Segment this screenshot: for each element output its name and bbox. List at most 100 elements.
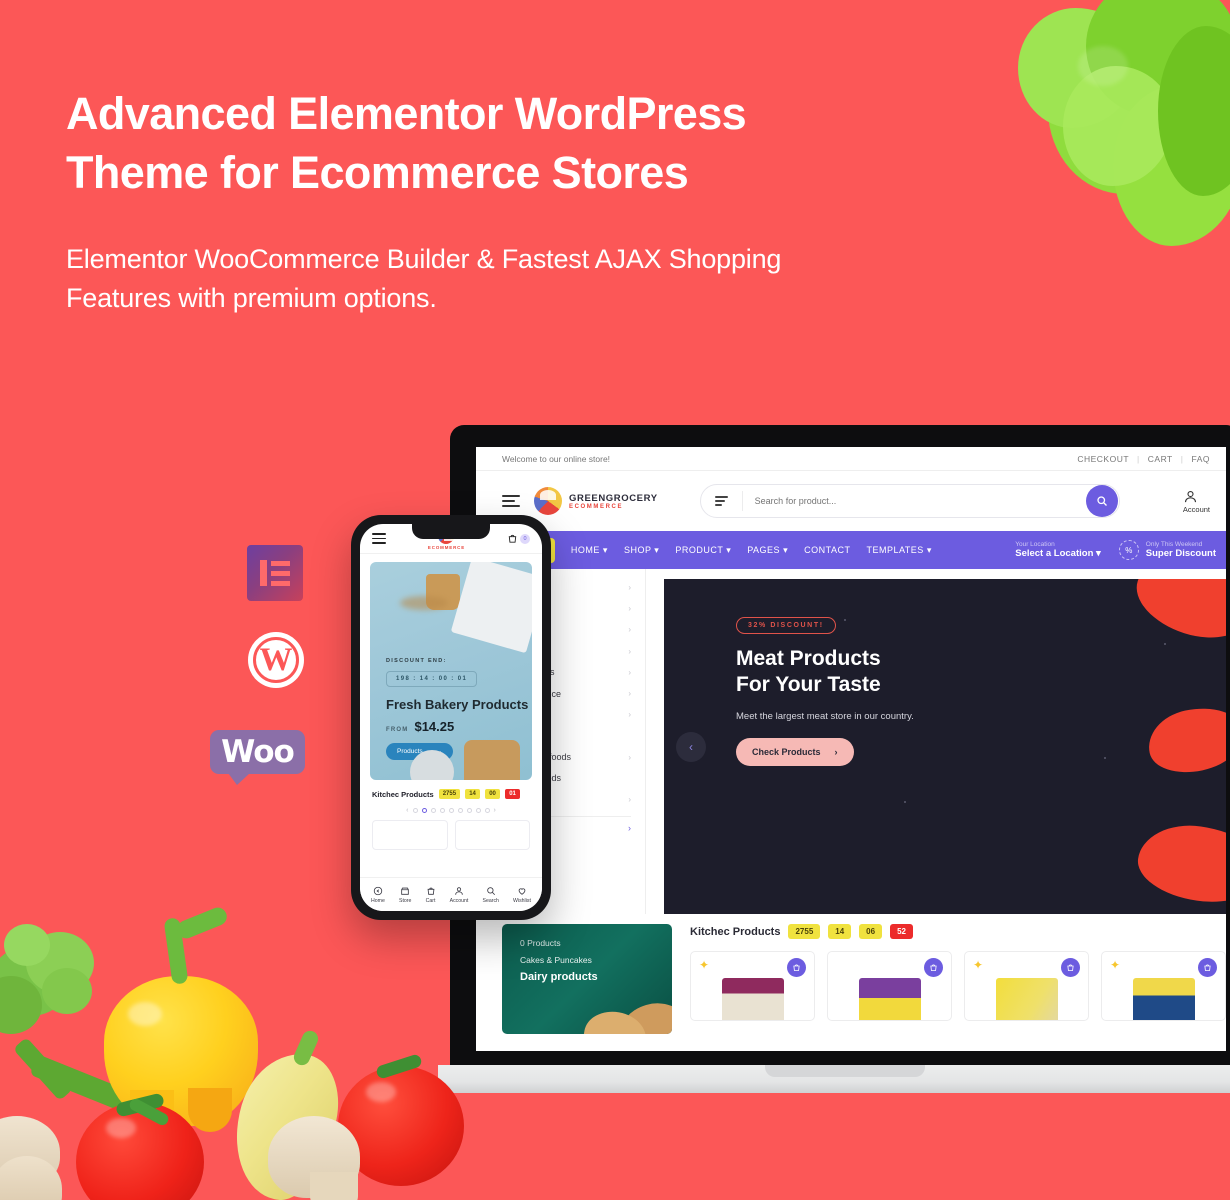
page-subheadline: Elementor WooCommerce Builder & Fastest … [66, 244, 782, 313]
chevron-down-icon: ▾ [726, 544, 732, 555]
search-input[interactable] [742, 496, 1086, 506]
phone-carousel-pagination[interactable]: ‹ › [360, 807, 542, 814]
phone-bottom-nav: Home Store Cart Account Search Wishlist [360, 877, 542, 911]
promo-label: Only This Weekend [1145, 541, 1203, 548]
chevron-down-icon: ▾ [1096, 548, 1101, 559]
account-icon [1184, 490, 1196, 502]
hero-title: Meat Products For Your Taste [736, 647, 881, 696]
phone-nav-cart[interactable]: Cart [426, 886, 436, 904]
chevron-right-icon: › [628, 667, 631, 677]
product-card[interactable] [827, 951, 952, 1021]
search-bar[interactable] [699, 484, 1120, 518]
phone-countdown-hours: 14 [465, 789, 481, 799]
phone-countdown-minutes: 00 [485, 789, 501, 799]
super-discount-block[interactable]: % Only This Weekend Super Discount [1118, 540, 1216, 560]
page-headline: Advanced Elementor WordPress Theme for E… [66, 88, 747, 198]
discount-icon: % [1118, 540, 1139, 560]
topbar-divider: | [1180, 453, 1184, 464]
logo-name: GREENGROCERY [569, 492, 658, 504]
products-header: Kitchec Products 2755 14 06 52 [690, 924, 1226, 939]
phone-hero: DISCOUNT END: 198 : 14 : 00 : 01 Fresh B… [370, 562, 532, 780]
star-icon: ✦ [973, 958, 984, 972]
site-preview: Welcome to our online store! CHECKOUT | … [476, 447, 1226, 1051]
add-to-cart-button[interactable] [1061, 958, 1080, 977]
phone-product-card[interactable] [372, 820, 448, 850]
carousel-dot[interactable] [466, 808, 472, 813]
product-card[interactable]: ✦ [964, 951, 1089, 1021]
phone-nav-store[interactable]: Store [399, 886, 411, 904]
chevron-right-icon: › [628, 794, 631, 804]
phone-cart-button[interactable]: 0 [507, 533, 530, 544]
carousel-dot[interactable] [448, 808, 454, 813]
phone-nav-account[interactable]: Account [450, 886, 468, 904]
location-selector[interactable]: Your Location Select a Location ▾ [1015, 541, 1101, 559]
product-card[interactable]: ✦ [690, 951, 815, 1021]
carousel-dot[interactable] [484, 808, 490, 813]
chevron-down-icon: ▾ [926, 544, 932, 555]
menu-icon[interactable] [502, 492, 520, 510]
cart-icon [508, 534, 517, 543]
topbar-link-checkout[interactable]: CHECKOUT [1077, 454, 1129, 464]
carousel-dot[interactable] [430, 808, 436, 813]
carousel-dot[interactable] [412, 808, 418, 813]
phone-menu-icon[interactable] [372, 531, 386, 547]
hero-content: 32% DISCOUNT! Meat Products For Your Tas… [664, 579, 1226, 766]
nav-item-templates[interactable]: TEMPLATES ▾ [866, 545, 931, 556]
add-to-cart-button[interactable] [787, 958, 806, 977]
nav-item-shop[interactable]: SHOP ▾ [624, 545, 659, 556]
phone-mockup: ECOMMERCE 0 DISCOUNT END: 198 : 14 : 00 … [351, 515, 551, 920]
topbar-link-faq[interactable]: FAQ [1191, 454, 1210, 464]
chevron-right-icon: › [628, 604, 631, 614]
site-navbar: RIES ▾ HOME ▾ SHOP ▾ PRODUCT ▾ PAGES ▾ C… [476, 531, 1226, 569]
nav-item-product[interactable]: PRODUCT ▾ [675, 545, 731, 556]
nav-links: HOME ▾ SHOP ▾ PRODUCT ▾ PAGES ▾ CONTACT … [571, 545, 932, 556]
nav-item-contact[interactable]: CONTACT [804, 545, 850, 556]
phone-nav-wishlist[interactable]: Wishlist [513, 886, 531, 904]
woocommerce-badge-icon: Woo [210, 730, 305, 785]
laptop-notch [765, 1065, 925, 1077]
countdown-seconds: 52 [890, 924, 913, 939]
account-button[interactable]: Account [1183, 489, 1210, 514]
topbar-link-cart[interactable]: CART [1148, 454, 1173, 464]
countdown-days: 2755 [788, 924, 821, 939]
product-card[interactable]: ✦ [1101, 951, 1226, 1021]
elementor-badge-icon [247, 545, 303, 601]
phone-nav-search[interactable]: Search [482, 886, 499, 904]
cart-badge: 0 [519, 533, 530, 544]
site-body: Bakery› Bread› Candy› Coffee› Dairy & Eg… [476, 569, 1226, 914]
phone-screen: ECOMMERCE 0 DISCOUNT END: 198 : 14 : 00 … [360, 524, 542, 911]
wordpress-badge-icon: W [248, 632, 304, 688]
phone-notch [412, 524, 490, 539]
carousel-dot-active[interactable] [421, 808, 427, 813]
add-to-cart-button[interactable] [1198, 958, 1217, 977]
phone-nav-home[interactable]: Home [371, 886, 385, 904]
chevron-right-icon: › [628, 583, 631, 593]
chevron-down-icon: ▾ [602, 544, 608, 555]
topbar-links: CHECKOUT | CART | FAQ [1077, 454, 1210, 464]
carousel-dot[interactable] [439, 808, 445, 813]
carousel-next-icon[interactable]: › [494, 807, 496, 814]
carousel-dot[interactable] [475, 808, 481, 813]
products-grid: ✦ ✦ ✦ [690, 951, 1226, 1021]
hero-prev-button[interactable]: ‹ [676, 731, 706, 762]
add-to-cart-button[interactable] [924, 958, 943, 977]
dairy-promo-card[interactable]: 0 Products Cakes & Puncakes Dairy produc… [502, 924, 672, 1034]
nav-item-pages[interactable]: PAGES ▾ [747, 545, 788, 556]
phone-countdown-timer: 198 : 14 : 00 : 01 [386, 671, 478, 687]
phone-hero-title: Fresh Bakery Products [386, 697, 529, 712]
cart-icon [427, 887, 434, 895]
logo-sub: ECOMMERCE [569, 503, 624, 510]
hero-banner: ‹ 32% DISCOUNT! Meat Products For Your T… [664, 579, 1226, 914]
chevron-right-icon: › [628, 625, 631, 635]
phone-product-card[interactable] [454, 820, 530, 850]
search-button[interactable] [1085, 485, 1118, 517]
site-logo[interactable]: GREENGROCERY ECOMMERCE [534, 487, 658, 515]
carousel-prev-icon[interactable]: ‹ [406, 807, 408, 814]
nav-item-home[interactable]: HOME ▾ [571, 545, 608, 556]
filter-icon[interactable] [701, 491, 743, 511]
check-products-button[interactable]: Check Products › [736, 738, 854, 766]
chevron-right-icon: › [628, 710, 631, 720]
phone-price-row: FROM $14.25 [386, 719, 532, 734]
carousel-dot[interactable] [457, 808, 463, 813]
vegetables-decoration [0, 904, 500, 1200]
